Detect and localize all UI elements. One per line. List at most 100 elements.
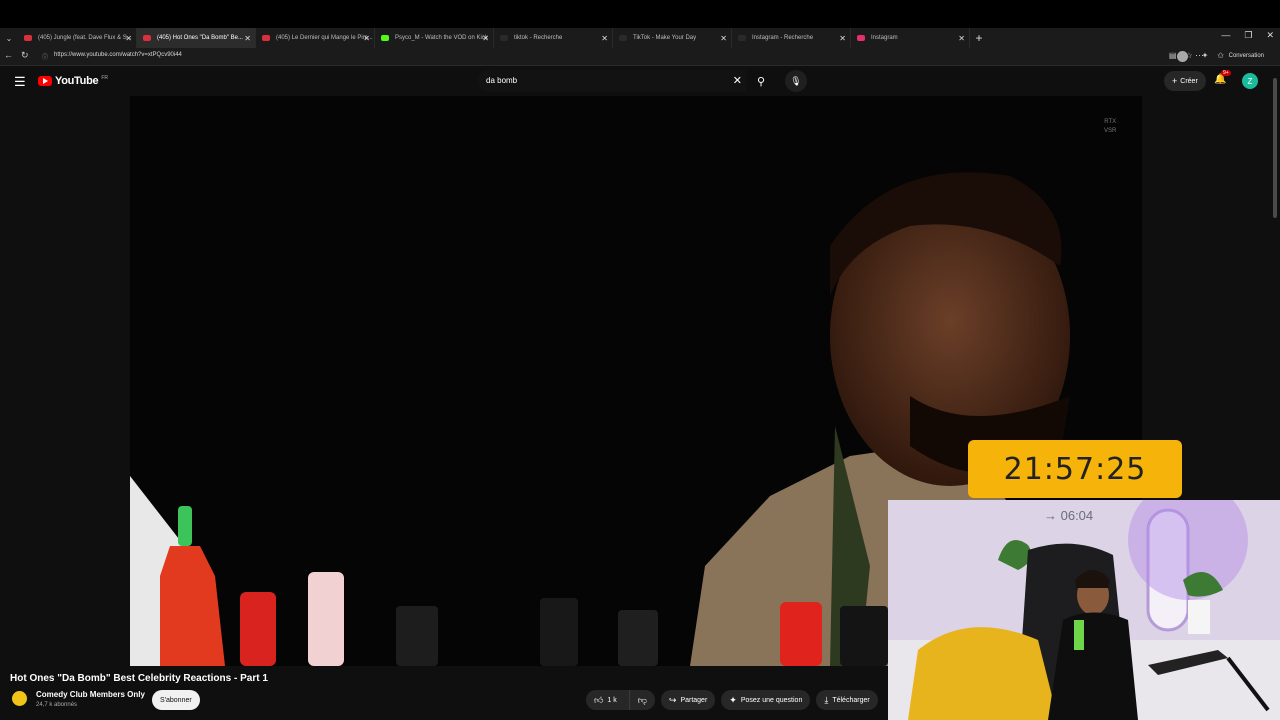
stream-clock-overlay: 21:57:25 (968, 440, 1182, 498)
create-button[interactable]: + Créer (1164, 71, 1206, 91)
like-count: 1 k (607, 696, 617, 704)
tab-list-chevron-icon[interactable]: ⌄ (0, 28, 18, 48)
countdown-subtitle: → 06:04 (1044, 508, 1094, 523)
tab-favicon (738, 35, 746, 41)
close-tab-icon[interactable]: ✕ (125, 34, 132, 43)
window-titlebar (0, 0, 1280, 28)
close-tab-icon[interactable]: ✕ (601, 34, 608, 43)
sparkle-icon: ✦ (729, 694, 737, 705)
maximize-icon[interactable]: ❐ (1244, 30, 1252, 41)
hot-sauce-bottle (780, 602, 822, 666)
voice-search-button[interactable]: 🎙 (785, 70, 807, 92)
youtube-logo[interactable]: YouTube FR (38, 75, 108, 87)
hot-sauce-bottle (840, 606, 888, 666)
close-tab-icon[interactable]: ✕ (244, 34, 251, 43)
conversation-button[interactable]: Conversation (1229, 53, 1264, 59)
tab-label: (405) Hot Ones "Da Bomb" Be... (157, 35, 243, 41)
download-button[interactable]: ⤓ Télécharger (816, 690, 878, 710)
dislike-button[interactable]: 👎︎ (628, 690, 655, 710)
tab-favicon (143, 35, 151, 41)
microphone-icon: 🎙 (790, 75, 802, 86)
subscriber-count: 24,7 k abonnés (36, 702, 78, 708)
tab-favicon (619, 35, 627, 41)
browser-tab[interactable]: Psyco_M - Watch the VOD on Kick ✕ (375, 28, 494, 48)
youtube-play-icon (38, 76, 52, 86)
tab-favicon (24, 35, 32, 41)
profile-icon[interactable] (1177, 51, 1188, 62)
download-label: Télécharger (832, 696, 870, 704)
search-button[interactable]: ⚲ (748, 70, 774, 92)
create-label: Créer (1180, 77, 1198, 85)
close-tab-icon[interactable]: ✕ (958, 34, 965, 43)
video-actions: 👍︎ 1 k 👎︎ ↪ Partager ✦ Posez une question ⤓… (586, 690, 878, 710)
video-title: Hot Ones "Da Bomb" Best Celebrity Reacti… (10, 673, 268, 684)
browser-tab-active[interactable]: (405) Hot Ones "Da Bomb" Be... ✕ (137, 28, 256, 48)
share-icon: ↪ (668, 694, 677, 705)
reader-icon[interactable]: ▤ (1169, 51, 1177, 60)
close-tab-icon[interactable]: ✕ (839, 34, 846, 43)
rtx-label: RTX (1104, 119, 1117, 125)
nav-buttons: ← ↻ (4, 50, 29, 61)
close-window-icon[interactable]: ✕ (1266, 30, 1274, 41)
new-tab-button[interactable]: + (970, 31, 988, 45)
favorites-icon[interactable]: ✩ (1217, 51, 1224, 60)
thumbs-down-icon: 👎︎ (637, 694, 647, 705)
browser-tab[interactable]: tiktok - Recherche ✕ (494, 28, 613, 48)
vsr-label: VSR (1104, 128, 1117, 134)
menu-icon[interactable]: ☰ (14, 74, 26, 90)
tab-label: (405) Jungle (feat. Dave Flux & S... (38, 35, 132, 41)
search-input[interactable]: da bomb (486, 76, 517, 85)
close-tab-icon[interactable]: ✕ (482, 34, 489, 43)
window-controls: — ❐ ✕ (1221, 30, 1274, 41)
like-button[interactable]: 👍︎ 1 k (586, 690, 625, 710)
hot-sauce-bottle (540, 598, 578, 666)
tab-favicon (262, 35, 270, 41)
hot-sauce-bottle (308, 572, 344, 666)
rtx-vsr-indicator: RTX VSR (1104, 118, 1116, 136)
share-label: Partager (680, 696, 708, 704)
account-avatar[interactable]: Z (1242, 73, 1258, 89)
tab-label: Instagram (871, 35, 898, 41)
hot-sauce-bottle (618, 610, 658, 666)
tab-strip: ⌄ (405) Jungle (feat. Dave Flux & S... ✕ … (0, 28, 988, 48)
region-code: FR (101, 74, 108, 81)
browser-tab[interactable]: (405) Jungle (feat. Dave Flux & S... ✕ (18, 28, 137, 48)
close-tab-icon[interactable]: ✕ (720, 34, 727, 43)
share-button[interactable]: ↪ Partager (660, 690, 716, 710)
tab-favicon (500, 35, 508, 41)
minimize-icon[interactable]: — (1221, 30, 1230, 41)
more-menu-icon[interactable]: ⋯ (1195, 50, 1204, 61)
address-bar: ← ↻ ⓘ https://www.youtube.com/watch?v=xt… (0, 48, 1280, 66)
like-dislike-group: 👍︎ 1 k 👎︎ (586, 690, 655, 710)
logo-text: YouTube (55, 75, 99, 87)
tab-label: TikTok - Make Your Day (633, 35, 697, 41)
webcam-overlay: → 06:04 (888, 500, 1280, 720)
tab-label: (405) Le Dernier qui Mange le Pim... (276, 35, 373, 41)
channel-avatar[interactable] (12, 691, 27, 706)
plus-icon: + (1172, 76, 1178, 86)
browser-tab[interactable]: (405) Le Dernier qui Mange le Pim... ✕ (256, 28, 375, 48)
clear-search-icon[interactable]: ✕ (733, 74, 742, 87)
close-tab-icon[interactable]: ✕ (363, 34, 370, 43)
browser-tab[interactable]: Instagram - Recherche ✕ (732, 28, 851, 48)
scrollbar-thumb[interactable] (1273, 78, 1277, 218)
browser-tab[interactable]: Instagram ✕ (851, 28, 970, 48)
tab-favicon (857, 35, 865, 41)
notifications-button[interactable]: 🔔 9+ (1214, 70, 1231, 85)
site-info-icon[interactable]: ⓘ (42, 52, 48, 61)
subscribe-button[interactable]: S'abonner (152, 690, 200, 710)
notification-badge: 9+ (1221, 70, 1231, 76)
browser-tab[interactable]: TikTok - Make Your Day ✕ (613, 28, 732, 48)
download-icon: ⤓ (824, 694, 829, 705)
hot-sauce-bottle (240, 592, 276, 666)
back-icon[interactable]: ← (4, 50, 13, 61)
thumbs-up-icon: 👍︎ (594, 694, 604, 705)
bottle-cap (178, 506, 192, 546)
search-icon: ⚲ (756, 75, 766, 88)
search-box[interactable]: da bomb ✕ (478, 70, 746, 92)
reload-icon[interactable]: ↻ (21, 50, 29, 61)
ask-question-button[interactable]: ✦ Posez une question (721, 690, 811, 710)
youtube-header: ☰ YouTube FR da bomb ✕ ⚲ 🎙 + Créer 🔔 9+ Z (0, 66, 1280, 96)
channel-name[interactable]: Comedy Club Members Only (36, 690, 145, 699)
url-field[interactable]: https://www.youtube.com/watch?v=xtPQcv90… (54, 52, 182, 58)
